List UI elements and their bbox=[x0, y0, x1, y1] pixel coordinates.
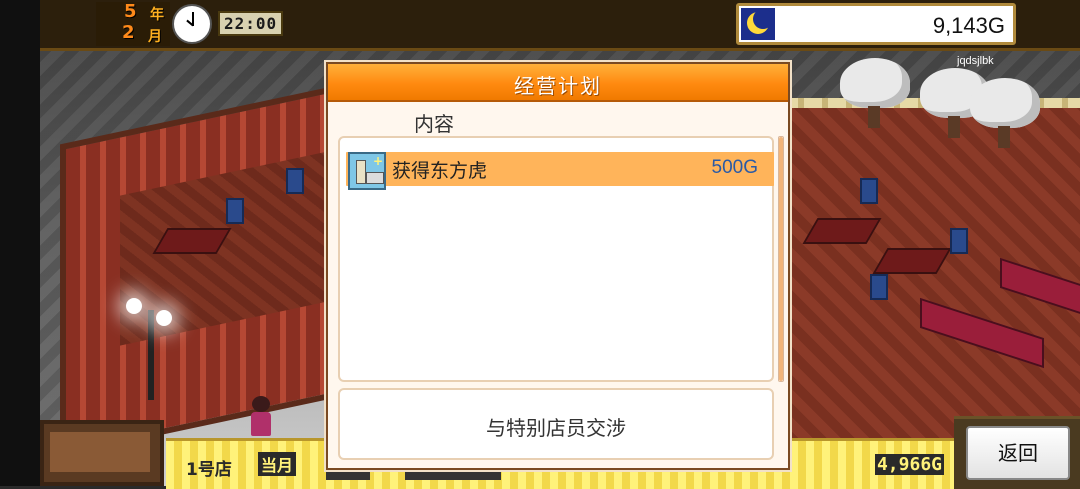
back-button[interactable]: 返回 bbox=[966, 426, 1070, 480]
money-amount: 9,143G bbox=[932, 13, 1005, 38]
month-unit: 月 bbox=[148, 29, 162, 45]
character-head bbox=[252, 396, 270, 412]
bottom-left-panel[interactable] bbox=[40, 420, 164, 486]
plan-item-cost: 500G bbox=[711, 157, 758, 178]
plan-item-name: 获得东方虎 bbox=[392, 160, 488, 182]
tree-trunk bbox=[868, 106, 880, 128]
plan-list[interactable]: + 获得东方虎 500G bbox=[338, 136, 774, 382]
dialog-header: 经营计划 bbox=[328, 64, 788, 102]
plan-item-icon: + bbox=[348, 152, 386, 190]
negotiate-staff-button[interactable]: 与特别店员交涉 bbox=[338, 388, 774, 460]
chair bbox=[860, 178, 878, 204]
customer-character[interactable] bbox=[250, 396, 272, 436]
left-gutter bbox=[0, 48, 40, 486]
clock-icon bbox=[172, 4, 212, 44]
bottom-left-panel-inner bbox=[50, 432, 150, 472]
list-scrollbar[interactable] bbox=[778, 136, 784, 382]
street-lamp-light bbox=[156, 310, 172, 326]
snowy-tree bbox=[970, 78, 1040, 128]
management-plan-dialog: 经营计划 内容 + 获得东方虎 500G 与特别店员交涉 bbox=[326, 62, 790, 470]
shop-label: 1号店 bbox=[186, 460, 232, 480]
date-display: 5 年 2 月 bbox=[96, 1, 170, 46]
moon-icon bbox=[741, 8, 775, 40]
tree-trunk bbox=[998, 126, 1010, 148]
chair bbox=[226, 198, 244, 224]
street-lamp-post bbox=[148, 310, 154, 400]
dialog-title: 经营计划 bbox=[514, 74, 602, 98]
tree-trunk bbox=[948, 116, 960, 138]
money-display: 9,143G bbox=[736, 3, 1016, 45]
chair bbox=[286, 168, 304, 194]
year-number: 5 bbox=[124, 1, 137, 22]
total-sales: 4,966G bbox=[874, 454, 944, 475]
street-lamp-light bbox=[126, 298, 142, 314]
chair bbox=[950, 228, 968, 254]
chair bbox=[870, 274, 888, 300]
negotiate-staff-label: 与特别店员交涉 bbox=[486, 416, 626, 440]
user-tag: jqdsjlbk bbox=[957, 55, 994, 67]
current-month-badge: 当月 bbox=[258, 452, 297, 476]
time-display: 22:00 bbox=[218, 11, 284, 36]
year-unit: 年 bbox=[150, 7, 164, 23]
list-scrollbar-thumb[interactable] bbox=[779, 137, 783, 381]
left-gutter-top bbox=[0, 0, 40, 48]
snowy-tree bbox=[840, 58, 910, 108]
character-body bbox=[251, 412, 271, 436]
month-number: 2 bbox=[122, 22, 135, 43]
plan-list-item[interactable]: + 获得东方虎 500G bbox=[346, 152, 774, 190]
content-label: 内容 bbox=[414, 112, 454, 136]
